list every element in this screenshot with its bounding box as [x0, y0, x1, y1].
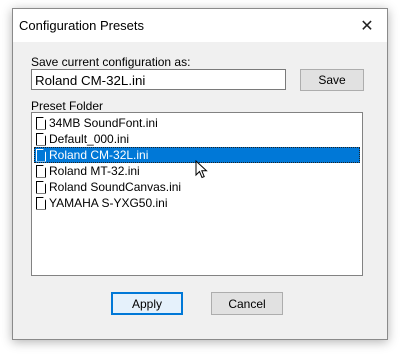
- preset-folder-label: Preset Folder: [31, 99, 104, 113]
- close-button[interactable]: ✕: [347, 9, 387, 42]
- list-item[interactable]: Default_000.ini: [34, 131, 360, 147]
- list-item-label: Roland SoundCanvas.ini: [49, 180, 182, 194]
- apply-button[interactable]: Apply: [111, 292, 183, 315]
- file-icon: [36, 148, 46, 162]
- list-item-label: YAMAHA S-YXG50.ini: [49, 196, 168, 210]
- cancel-button[interactable]: Cancel: [211, 292, 283, 315]
- mouse-cursor-icon: [195, 160, 208, 179]
- preset-name-input[interactable]: [31, 69, 286, 90]
- list-item[interactable]: Roland SoundCanvas.ini: [34, 179, 360, 195]
- file-icon: [36, 196, 46, 210]
- file-icon: [36, 132, 46, 146]
- dialog-title: Configuration Presets: [19, 18, 145, 33]
- save-as-label: Save current configuration as:: [31, 55, 191, 69]
- preset-list[interactable]: 34MB SoundFont.ini Default_000.ini Rolan…: [31, 112, 363, 276]
- title-bar: Configuration Presets ✕: [13, 9, 387, 42]
- file-icon: [36, 116, 46, 130]
- list-item[interactable]: 34MB SoundFont.ini: [34, 115, 360, 131]
- file-icon: [36, 180, 46, 194]
- list-item-label: Roland CM-32L.ini: [49, 148, 149, 162]
- configuration-presets-dialog: Configuration Presets ✕ Save current con…: [12, 8, 388, 340]
- save-button[interactable]: Save: [300, 69, 364, 91]
- file-icon: [36, 164, 46, 178]
- list-item-label: 34MB SoundFont.ini: [49, 116, 158, 130]
- list-item-label: Roland MT-32.ini: [49, 164, 140, 178]
- list-item-label: Default_000.ini: [49, 132, 130, 146]
- close-icon: ✕: [360, 17, 374, 35]
- list-item[interactable]: YAMAHA S-YXG50.ini: [34, 195, 360, 211]
